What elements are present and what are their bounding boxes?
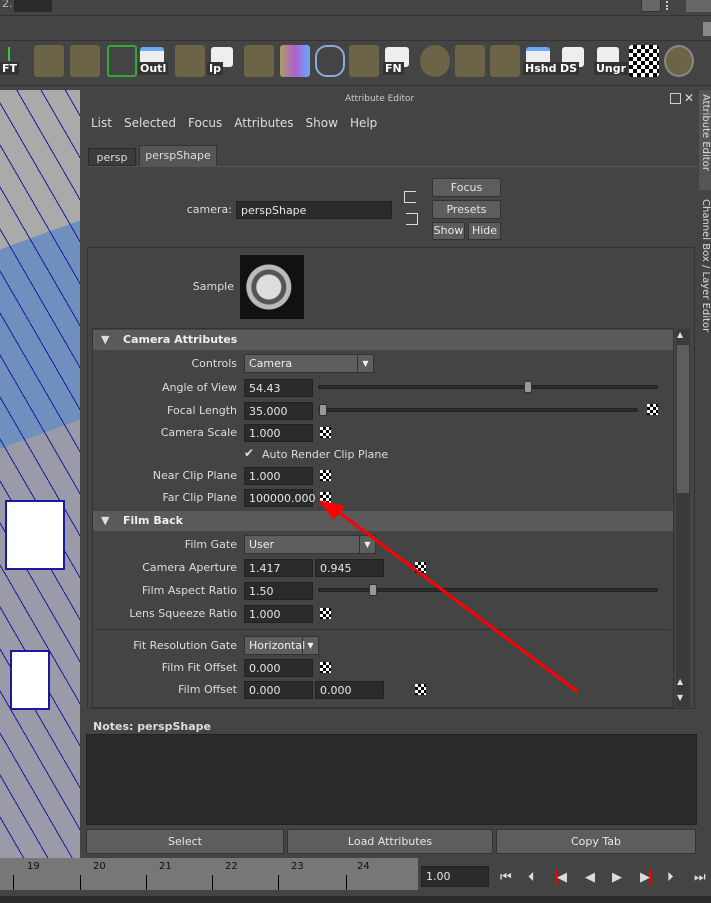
select-button[interactable]: Select (86, 829, 284, 854)
current-frame-field[interactable]: 1.00 (421, 866, 489, 887)
side-tab-channel-box[interactable]: Channel Box / Layer Editor (699, 195, 711, 335)
tick-label: 24 (357, 861, 370, 872)
tick-label: 23 (291, 861, 304, 872)
go-to-start-icon[interactable]: ⏮ (500, 870, 512, 885)
tick-label: 22 (225, 861, 238, 872)
notes-textarea[interactable] (86, 734, 697, 825)
side-tab-attribute-editor[interactable]: Attribute Editor (699, 90, 711, 190)
play-forward-icon[interactable]: ▶ (612, 870, 622, 885)
time-slider[interactable] (0, 858, 418, 890)
step-forward-frame-icon[interactable]: ▶ (640, 870, 651, 885)
tick-label: 19 (27, 861, 40, 872)
tick-label: 21 (159, 861, 172, 872)
range-slider[interactable] (0, 896, 711, 903)
step-back-frame-icon[interactable]: ◀ (556, 870, 567, 885)
copy-tab-button[interactable]: Copy Tab (496, 829, 696, 854)
tick-label: 20 (93, 861, 106, 872)
step-forward-key-icon[interactable]: ⏵ (667, 870, 674, 885)
step-back-key-icon[interactable]: ⏴ (528, 870, 535, 885)
notes-label: Notes: perspShape (93, 720, 211, 733)
play-backward-icon[interactable]: ◀ (585, 870, 595, 885)
go-to-end-icon[interactable]: ⏭ (694, 870, 706, 885)
load-attributes-button[interactable]: Load Attributes (287, 829, 493, 854)
